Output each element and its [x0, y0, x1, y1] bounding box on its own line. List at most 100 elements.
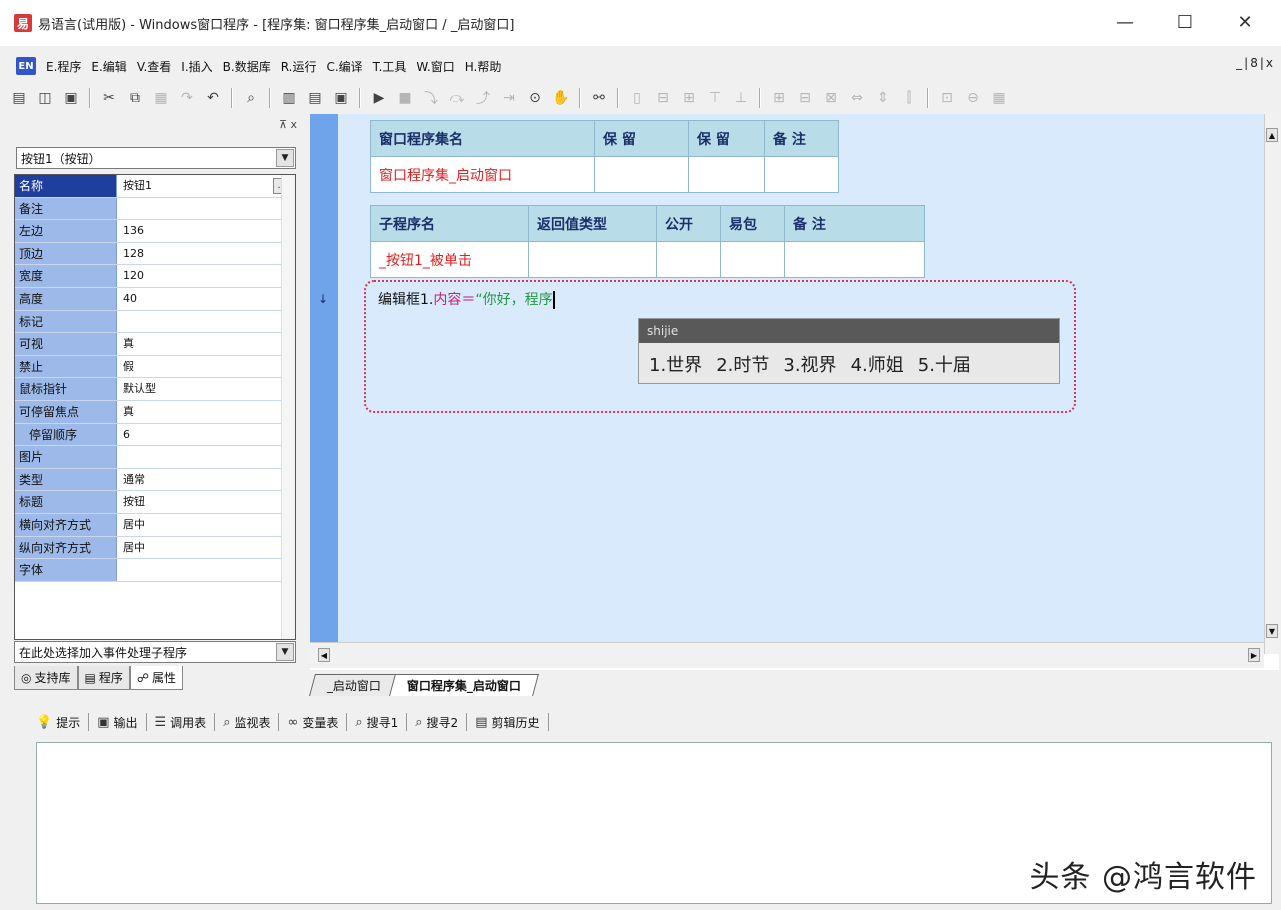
scroll-right-icon[interactable]: ▶ — [1248, 648, 1260, 662]
property-value[interactable]: 居中 — [117, 537, 295, 559]
chevron-down-icon[interactable]: ▼ — [276, 149, 294, 167]
menu-run[interactable]: R.运行 — [281, 58, 317, 75]
property-row[interactable]: 标题 按钮 — [15, 491, 295, 514]
undo-icon[interactable]: ↶ — [202, 87, 224, 109]
binoculars-icon[interactable]: ⚯ — [588, 87, 610, 109]
property-row[interactable]: 图片 — [15, 446, 295, 469]
property-row[interactable]: 备注 — [15, 197, 295, 221]
ime-candidate[interactable]: 1.世界 — [649, 351, 702, 377]
same-size-icon[interactable]: ⊠ — [820, 87, 842, 109]
property-value[interactable]: 真 — [117, 333, 295, 355]
document-icon[interactable]: EN — [16, 57, 36, 75]
open-file-icon[interactable]: ◫ — [34, 87, 56, 109]
ime-candidate-window[interactable]: shijie 1.世界 2.时节 3.视界 4.师姐 5.十届 — [638, 318, 1060, 384]
assembly-reserved1-cell[interactable] — [594, 156, 689, 193]
maximize-button[interactable]: ☐ — [1165, 8, 1205, 36]
copy-icon[interactable]: ⧉ — [124, 87, 146, 109]
property-value[interactable]: 40 — [117, 288, 295, 310]
lock-icon[interactable]: ⊖ — [962, 87, 984, 109]
property-value[interactable]: 居中 — [117, 514, 295, 536]
property-value[interactable]: 默认型 — [117, 378, 295, 400]
sub-name-cell[interactable]: _按钮1_被单击 — [370, 241, 529, 278]
center-h-icon[interactable]: ⫿ — [898, 87, 920, 109]
same-height-icon[interactable]: ⊟ — [794, 87, 816, 109]
menu-database[interactable]: B.数据库 — [223, 58, 271, 75]
tab-properties[interactable]: ☍ 属性 — [129, 666, 184, 690]
step-out-icon[interactable]: ⤴ — [472, 87, 494, 109]
property-value[interactable] — [117, 446, 295, 468]
ime-candidate[interactable]: 3.视界 — [783, 351, 836, 377]
property-row[interactable]: 停留顺序 6 — [15, 423, 295, 447]
step-over-icon[interactable]: ⤼ — [446, 87, 468, 109]
align-right-icon[interactable]: ⊞ — [678, 87, 700, 109]
property-value[interactable]: 136 — [117, 220, 295, 242]
tab-hint[interactable]: 💡 提示 — [36, 714, 80, 731]
editor-gutter[interactable]: ↓ — [310, 114, 338, 642]
property-value[interactable]: 120 — [117, 265, 295, 287]
sub-easy-pack-cell[interactable] — [720, 241, 785, 278]
menu-tools[interactable]: T.工具 — [373, 58, 407, 75]
align-center-icon[interactable]: ⊟ — [652, 87, 674, 109]
property-row[interactable]: 禁止假 — [15, 355, 295, 379]
menu-edit[interactable]: E.编辑 — [91, 58, 126, 75]
menu-help[interactable]: H.帮助 — [465, 58, 502, 75]
property-value[interactable]: 按钮1… — [117, 175, 295, 197]
sub-note-cell[interactable] — [784, 241, 925, 278]
scroll-left-icon[interactable]: ◀ — [318, 648, 330, 662]
menu-window[interactable]: W.窗口 — [416, 58, 454, 75]
property-row[interactable]: 左边 136 — [15, 220, 295, 243]
vertical-scrollbar[interactable]: ▲ ▼ — [1264, 114, 1279, 654]
tab-watch[interactable]: ⌕ 监视表 — [223, 714, 270, 731]
align-left-icon[interactable]: ▯ — [626, 87, 648, 109]
property-value[interactable]: 真 — [117, 401, 295, 423]
save-icon[interactable]: ▣ — [60, 87, 82, 109]
property-row[interactable]: 可停留焦点真 — [15, 400, 295, 424]
scroll-up-icon[interactable]: ▲ — [1266, 128, 1278, 142]
layout1-icon[interactable]: ▥ — [278, 87, 300, 109]
tab-clip-history[interactable]: ▤ 剪辑历史 — [475, 714, 539, 731]
property-value[interactable] — [117, 198, 295, 220]
property-row[interactable]: 字体 — [15, 559, 295, 582]
tab-start-window[interactable]: _启动窗口 — [309, 674, 399, 696]
new-file-icon[interactable]: ▤ — [8, 87, 30, 109]
tab-order-icon[interactable]: ⊡ — [936, 87, 958, 109]
panel-pin-close[interactable]: ⊼ x — [279, 118, 297, 131]
tab-support-library[interactable]: ◎ 支持库 — [14, 666, 78, 690]
align-bottom-icon[interactable]: ⊥ — [730, 87, 752, 109]
ime-candidate[interactable]: 2.时节 — [716, 351, 769, 377]
cut-icon[interactable]: ✂ — [98, 87, 120, 109]
align-top-icon[interactable]: ⊤ — [704, 87, 726, 109]
property-value[interactable]: 按钮 — [117, 491, 295, 513]
property-row[interactable]: 顶边 128 — [15, 242, 295, 266]
property-row[interactable]: 鼠标指针 默认型 — [15, 378, 295, 401]
ime-candidate[interactable]: 5.十届 — [918, 351, 971, 377]
menu-view[interactable]: V.查看 — [137, 58, 171, 75]
menu-program[interactable]: E.程序 — [46, 58, 81, 75]
h-space-icon[interactable]: ⇔ — [846, 87, 868, 109]
tab-search2[interactable]: ⌕ 搜寻2 — [415, 714, 458, 731]
minimize-button[interactable]: — — [1105, 8, 1145, 36]
scroll-down-icon[interactable]: ▼ — [1266, 624, 1278, 638]
property-value[interactable]: 6 — [117, 424, 295, 446]
menu-insert[interactable]: I.插入 — [181, 58, 212, 75]
layout2-icon[interactable]: ▤ — [304, 87, 326, 109]
ime-candidate[interactable]: 4.师姐 — [851, 351, 904, 377]
property-value[interactable] — [117, 311, 295, 333]
property-row[interactable]: 纵向对齐方式 居中 — [15, 536, 295, 560]
event-selector[interactable]: 在此处选择加入事件处理子程序 ▼ — [14, 641, 296, 663]
tab-variables[interactable]: ∞ 变量表 — [287, 714, 338, 731]
layout3-icon[interactable]: ▣ — [330, 87, 352, 109]
horizontal-scrollbar[interactable]: ◀ ▶ — [310, 642, 1264, 668]
find-icon[interactable]: ⌕ — [240, 87, 262, 109]
property-value[interactable]: 假 — [117, 356, 295, 378]
tab-call-stack[interactable]: ☰ 调用表 — [155, 714, 207, 731]
run-to-cursor-icon[interactable]: ⇥ — [498, 87, 520, 109]
close-button[interactable]: ✕ — [1225, 8, 1265, 36]
v-space-icon[interactable]: ⇕ — [872, 87, 894, 109]
property-row[interactable]: 横向对齐方式 居中 — [15, 513, 295, 537]
property-row[interactable]: 宽度 120 — [15, 265, 295, 288]
step-into-icon[interactable]: ⤵ — [420, 87, 442, 109]
tab-window-assembly[interactable]: 窗口程序集_启动窗口 — [389, 674, 539, 696]
object-selector[interactable]: 按钮1（按钮） ▼ — [16, 147, 296, 169]
redo-icon[interactable]: ↷ — [176, 87, 198, 109]
